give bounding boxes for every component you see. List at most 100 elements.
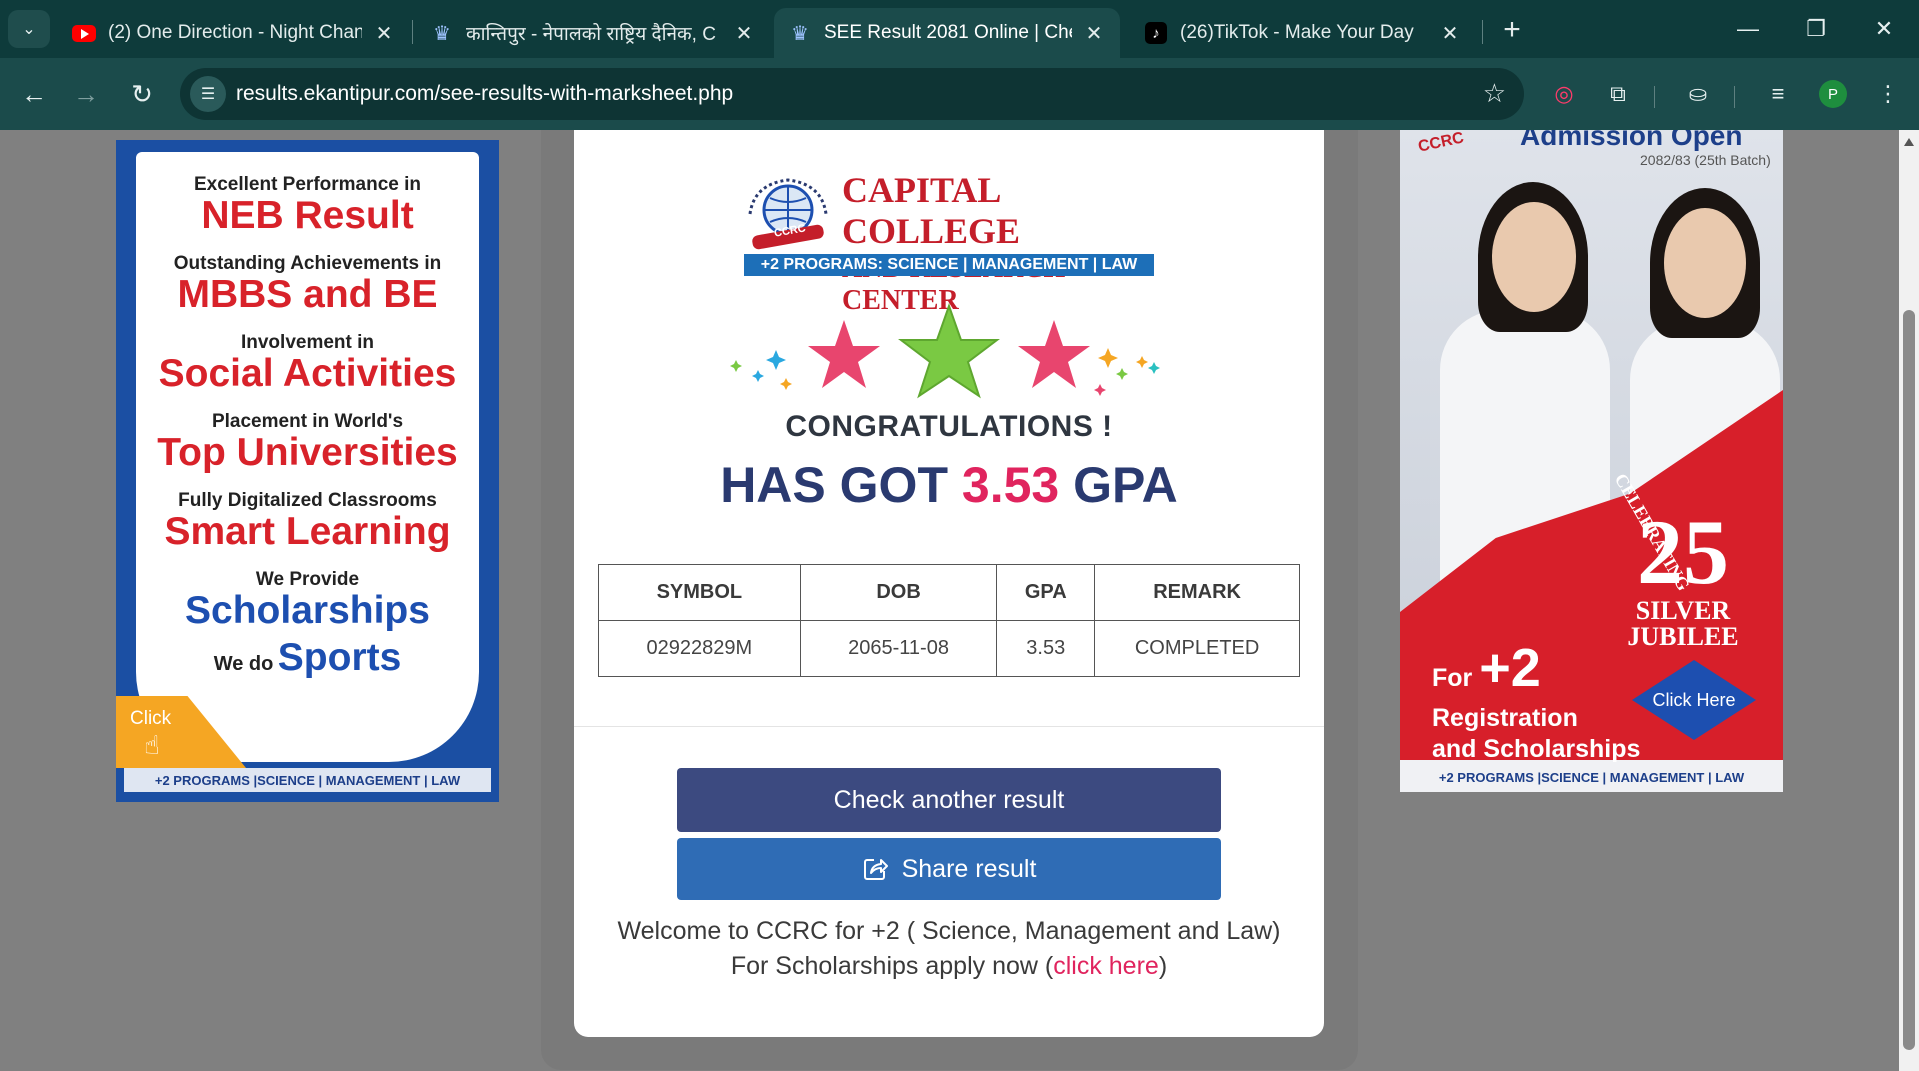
arrow-left-icon: ← <box>21 78 47 109</box>
click-here-link[interactable]: click here <box>1053 952 1159 980</box>
tab-tiktok[interactable]: ♪ (26)TikTok - Make Your Day ✕ <box>1130 8 1476 58</box>
ad-headline: Social Activities <box>158 351 457 395</box>
college-name-line1: CAPITAL COLLEGE <box>842 170 1021 252</box>
close-icon[interactable]: ✕ <box>1438 21 1462 46</box>
chevron-down-icon: ⌄ <box>22 21 36 38</box>
ekantipur-icon: ♛ <box>433 22 451 45</box>
media-queue-icon[interactable]: ≡ <box>1760 76 1796 112</box>
welcome-close: ) <box>1158 952 1168 980</box>
ad-headline: Scholarships <box>185 588 430 632</box>
ad-headline: NEB Result <box>201 194 414 237</box>
close-icon: ✕ <box>1874 16 1894 41</box>
check-another-result-button[interactable]: Check another result <box>677 768 1221 832</box>
extensions-puzzle-icon[interactable]: ⧉ <box>1600 76 1636 112</box>
modal-divider <box>574 726 1324 727</box>
minimize-button[interactable]: — <box>1718 8 1778 50</box>
welcome-message: Welcome to CCRC for +2 ( Science, Manage… <box>614 914 1284 984</box>
dob-cell: 2065-11-08 <box>799 620 998 677</box>
tab-kantipur[interactable]: ♛ कान्तिपुर - नेपालको राष्ट्रिय दैनिक, C… <box>416 8 770 58</box>
reload-button[interactable]: ↻ <box>122 74 162 114</box>
tab-title: कान्तिपुर - नेपालको राष्ट्रिय दैनिक, C <box>466 24 716 45</box>
tab-youtube[interactable]: (2) One Direction - Night Chang ✕ <box>58 8 410 58</box>
toolbar-separator <box>1654 86 1655 108</box>
share-result-button[interactable]: Share result <box>677 838 1221 900</box>
ekantipur-icon: ♛ <box>791 22 809 45</box>
url-text[interactable]: results.ekantipur.com/see-results-with-m… <box>236 82 733 106</box>
incognito-icon[interactable]: ⛀ <box>1680 76 1716 112</box>
ad-click-here-label: Click Here <box>1652 689 1736 710</box>
table-row: 02922829M 2065-11-08 3.53 COMPLETED <box>598 620 1300 677</box>
gpa-heading: HAS GOT 3.53 GPA <box>574 456 1324 514</box>
profile-avatar[interactable]: P <box>1819 80 1847 108</box>
tab-title: (2) One Direction - Night Chang <box>108 22 362 43</box>
tab-see-result[interactable]: ♛ SEE Result 2081 Online | Check ✕ <box>774 8 1120 58</box>
ad-plus2-label: +2 <box>1479 638 1541 698</box>
ad-sports-line: We do Sports <box>136 635 479 679</box>
ad-headline: Top Universities <box>157 430 458 474</box>
gpa-value: 3.53 <box>961 457 1060 513</box>
ad-banner-right[interactable]: Admission Open CCRC 2082/83 (25th Batch)… <box>1400 130 1783 792</box>
college-name: CAPITAL COLLEGE AND RESEARCH CENTER <box>842 170 1154 317</box>
student-face <box>1664 208 1746 318</box>
result-modal: CCRC CAPITAL COLLEGE AND RESEARCH CENTER… <box>574 130 1324 1037</box>
plus-icon: + <box>1503 13 1521 46</box>
ad-text: We Provide <box>255 568 360 590</box>
remark-cell: COMPLETED <box>1094 620 1300 677</box>
column-header-gpa: GPA <box>996 564 1096 621</box>
congratulations-heading: CONGRATULATIONS ! <box>785 410 1113 443</box>
menu-kebab-icon[interactable]: ⋮ <box>1870 76 1906 112</box>
close-window-button[interactable]: ✕ <box>1854 8 1914 50</box>
close-icon[interactable]: ✕ <box>1082 21 1106 46</box>
ad-batch-text: 2082/83 (25th Batch) <box>1640 152 1771 168</box>
column-header-remark: REMARK <box>1094 564 1300 621</box>
ad-admission-headline: Admission Open <box>1520 130 1743 151</box>
check-another-label: Check another result <box>833 785 1065 814</box>
forward-button[interactable]: → <box>66 74 106 114</box>
ad-footer: +2 PROGRAMS |SCIENCE | MANAGEMENT | LAW <box>124 768 491 792</box>
tab-bar: ⌄ (2) One Direction - Night Chang ✕ ♛ का… <box>0 0 1919 58</box>
tab-title: (26)TikTok - Make Your Day <box>1180 22 1414 43</box>
close-icon[interactable]: ✕ <box>372 21 396 46</box>
gpa-suffix: GPA <box>1073 457 1178 513</box>
back-button[interactable]: ← <box>14 74 54 114</box>
toolbar-separator <box>1734 86 1735 108</box>
ad-for-label: For <box>1432 664 1473 692</box>
tab-search-button[interactable]: ⌄ <box>8 10 50 48</box>
ad-registration-text: For +2 Registration and Scholarships <box>1432 635 1640 765</box>
restore-button[interactable]: ❐ <box>1786 8 1846 50</box>
result-table: SYMBOL DOB GPA REMARK 02922829M 2065-11-… <box>598 564 1300 677</box>
tiktok-icon: ♪ <box>1144 21 1168 45</box>
ad-registration-label: Registration <box>1432 703 1578 732</box>
ad-scholarships-label: and Scholarships <box>1432 734 1641 763</box>
symbol-cell: 02922829M <box>598 620 801 677</box>
arrow-right-icon: → <box>73 78 99 109</box>
tab-separator <box>412 20 413 44</box>
ad-headline: Sports <box>277 635 402 679</box>
youtube-icon <box>72 21 96 45</box>
share-icon <box>863 859 888 880</box>
student-face <box>1492 202 1576 312</box>
extension-target-icon[interactable]: ◎ <box>1546 76 1582 112</box>
gpa-cell: 3.53 <box>996 620 1096 677</box>
scrollbar-thumb[interactable] <box>1903 310 1915 1050</box>
ad-footer: +2 PROGRAMS |SCIENCE | MANAGEMENT | LAW <box>1438 769 1745 785</box>
new-tab-button[interactable]: + <box>1494 12 1530 48</box>
site-info-button[interactable]: ☰ <box>190 76 226 112</box>
address-bar[interactable]: ☰ results.ekantipur.com/see-results-with… <box>180 68 1524 120</box>
ad-headline: MBBS and BE <box>177 272 438 316</box>
tab-title: SEE Result 2081 Online | Check <box>824 22 1072 43</box>
column-header-dob: DOB <box>799 564 998 621</box>
page-scrollbar[interactable] <box>1899 130 1919 1071</box>
ad-text: Involvement in <box>240 331 375 353</box>
globe-emblem-icon <box>748 178 828 250</box>
programs-banner: +2 PROGRAMS: SCIENCE | MANAGEMENT | LAW <box>744 254 1154 276</box>
scroll-up-arrow-icon[interactable] <box>1904 138 1914 146</box>
bookmark-star-icon[interactable]: ☆ <box>1483 78 1506 109</box>
tab-separator <box>1482 20 1483 44</box>
ad-click-label: Click <box>130 708 172 729</box>
jubilee-text: SILVER <box>1635 596 1731 625</box>
ad-banner-left[interactable]: Excellent Performance in NEB Result Outs… <box>116 140 499 802</box>
minimize-icon: — <box>1737 16 1759 41</box>
close-icon[interactable]: ✕ <box>732 21 756 46</box>
ad-text: Outstanding Achievements in <box>173 252 442 274</box>
